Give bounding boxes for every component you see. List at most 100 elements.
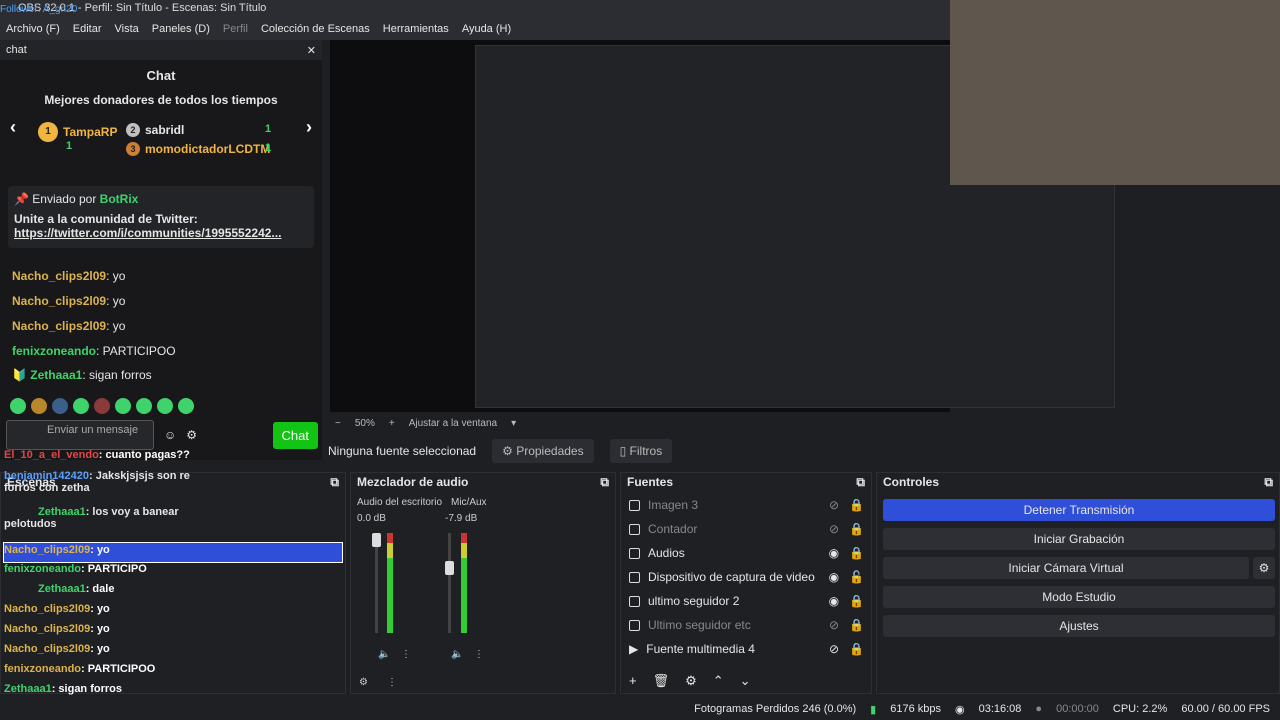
filters-button[interactable]: ▯ Filtros bbox=[609, 439, 673, 463]
overlay-chat-line: fenixzoneando: PARTICIPOO bbox=[4, 663, 156, 675]
gear-icon[interactable]: ⚙ bbox=[685, 673, 697, 689]
source-item[interactable]: Ultimo seguidor etc ⊘ 🔒 bbox=[629, 618, 864, 632]
unlock-icon[interactable]: 🔓 bbox=[849, 570, 864, 584]
eye-icon[interactable]: ◉ bbox=[829, 570, 839, 584]
lock-icon[interactable]: 🔒 bbox=[849, 618, 864, 632]
start-recording-button[interactable]: Iniciar Grabación bbox=[883, 528, 1275, 550]
studio-mode-button[interactable]: Modo Estudio bbox=[883, 586, 1275, 608]
menu-herramientas[interactable]: Herramientas bbox=[383, 23, 449, 35]
source-item[interactable]: Contador ⊘ 🔒 bbox=[629, 522, 864, 536]
channel-2-fader[interactable] bbox=[448, 533, 451, 633]
overlay-chat-line: El_10_a_el_vendo: cuanto pagas?? bbox=[4, 449, 190, 461]
eye-hidden-icon[interactable]: ⊘ bbox=[829, 642, 839, 656]
emote-icon[interactable] bbox=[136, 398, 152, 414]
chat-input[interactable]: Enviar un mensaje bbox=[6, 420, 154, 450]
stop-streaming-button[interactable]: Detener Transmisión bbox=[883, 499, 1275, 521]
menu-vista[interactable]: Vista bbox=[115, 23, 139, 35]
trash-icon[interactable]: 🗑 bbox=[653, 673, 670, 689]
chevron-down-icon[interactable]: ⌄ bbox=[740, 673, 751, 689]
speaker-icon[interactable]: 🔈 bbox=[378, 649, 390, 660]
undock-icon[interactable]: ⧉ bbox=[600, 475, 609, 490]
channel-1-fader[interactable] bbox=[375, 533, 378, 633]
emote-icon[interactable] bbox=[178, 398, 194, 414]
overlay-chat-line: Zethaaa1: los voy a banear pelotudos bbox=[4, 506, 179, 530]
more-icon[interactable]: ⋮ bbox=[474, 649, 484, 660]
undock-icon[interactable]: ⧉ bbox=[330, 475, 339, 490]
lock-icon[interactable]: 🔒 bbox=[849, 594, 864, 608]
virtual-camera-gear-icon[interactable]: ⚙ bbox=[1253, 557, 1275, 579]
eye-hidden-icon[interactable]: ⊘ bbox=[829, 498, 839, 512]
speaker-icon[interactable]: 🔈 bbox=[451, 649, 463, 660]
lock-icon[interactable]: 🔒 bbox=[849, 546, 864, 560]
chat-dock: chat ✕ Chat Mejores donadores de todos l… bbox=[0, 40, 322, 460]
menu-editar[interactable]: Editar bbox=[73, 23, 102, 35]
pinned-text: Unite a la comunidad de Twitter: bbox=[14, 212, 198, 226]
settings-icon[interactable]: ⚙ bbox=[186, 428, 197, 442]
emote-icon[interactable] bbox=[10, 398, 26, 414]
emote-icon[interactable] bbox=[94, 398, 110, 414]
fit-select[interactable]: Ajustar a la ventana bbox=[409, 418, 497, 429]
start-virtual-camera-button[interactable]: Iniciar Cámara Virtual bbox=[883, 557, 1249, 579]
sources-dock: Fuentes ⧉ Imagen 3 ⊘ 🔒 Contador ⊘ 🔒 Audios ◉ 🔒 … bbox=[620, 472, 872, 694]
source-item[interactable]: ▶ Fuente multimedia 4 ⊘ 🔒 bbox=[629, 642, 864, 656]
chat-send-button[interactable]: Chat bbox=[272, 421, 318, 449]
bronze-medal-icon: 3 bbox=[126, 142, 140, 156]
dock-close-icon[interactable]: ✕ bbox=[307, 44, 316, 57]
channel-1-fader-knob[interactable] bbox=[372, 533, 381, 547]
chevron-down-icon[interactable]: ▾ bbox=[511, 418, 516, 429]
bitrate: 6176 kbps bbox=[890, 703, 941, 715]
mixer-settings-icon[interactable]: ⚙ bbox=[359, 677, 368, 688]
source-item[interactable]: Dispositivo de captura de video ◉ 🔓 bbox=[629, 570, 864, 584]
channel-2-name: Mic/Aux bbox=[451, 497, 487, 508]
play-icon: ▶ bbox=[629, 642, 639, 656]
emoji-icon[interactable]: ☺ bbox=[164, 428, 176, 442]
undock-icon[interactable]: ⧉ bbox=[1264, 475, 1273, 490]
eye-hidden-icon[interactable]: ⊘ bbox=[829, 522, 839, 536]
emote-icon[interactable] bbox=[157, 398, 173, 414]
zoom-level: 50% bbox=[354, 417, 375, 429]
menu-coleccion[interactable]: Colección de Escenas bbox=[261, 23, 370, 35]
more-icon[interactable]: ⋮ bbox=[401, 649, 411, 660]
undock-icon[interactable]: ⧉ bbox=[856, 475, 865, 490]
overlay-chat-line: Zethaaa1: dale bbox=[38, 583, 115, 595]
source-toolbar: Ninguna fuente seleccionad ⚙ Propiedades… bbox=[328, 437, 1280, 465]
emote-icon[interactable] bbox=[73, 398, 89, 414]
channel-2-fader-knob[interactable] bbox=[445, 561, 454, 575]
menu-ayuda[interactable]: Ayuda (H) bbox=[462, 23, 511, 35]
pinned-message[interactable]: 📌 Enviado por BotRix Unite a la comunida… bbox=[8, 186, 314, 248]
menu-archivo[interactable]: Archivo (F) bbox=[6, 23, 60, 35]
chevron-right-icon[interactable]: › bbox=[306, 117, 312, 138]
eye-icon[interactable]: ◉ bbox=[829, 546, 839, 560]
menu-paneles[interactable]: Paneles (D) bbox=[152, 23, 210, 35]
lock-icon[interactable]: 🔒 bbox=[849, 498, 864, 512]
zoom-in-icon[interactable]: + bbox=[389, 418, 395, 429]
properties-button[interactable]: ⚙ Propiedades bbox=[492, 439, 594, 463]
camera-icon bbox=[629, 571, 640, 583]
zoom-out-icon[interactable]: − bbox=[335, 418, 341, 429]
stream-time: 03:16:08 bbox=[978, 703, 1022, 715]
globe-icon bbox=[629, 547, 640, 559]
emote-bar bbox=[10, 398, 194, 414]
donor-3-count: 1 bbox=[265, 142, 272, 154]
source-item[interactable]: Audios ◉ 🔒 bbox=[629, 546, 864, 560]
source-item[interactable]: Imagen 3 ⊘ 🔒 bbox=[629, 498, 864, 512]
settings-button[interactable]: Ajustes bbox=[883, 615, 1275, 637]
chevron-left-icon[interactable]: ‹ bbox=[10, 117, 16, 138]
pinned-link[interactable]: https://twitter.com/i/communities/199555… bbox=[14, 226, 308, 240]
lock-icon[interactable]: 🔒 bbox=[849, 642, 864, 656]
emote-icon[interactable] bbox=[115, 398, 131, 414]
filter-icon: ▯ bbox=[619, 444, 630, 458]
menu-perfil[interactable]: Perfil bbox=[223, 23, 248, 35]
add-icon[interactable]: + bbox=[629, 673, 637, 689]
eye-hidden-icon[interactable]: ⊘ bbox=[829, 618, 839, 632]
gear-icon: ⚙ bbox=[502, 444, 517, 458]
source-item[interactable]: ultimo seguidor 2 ◉ 🔒 bbox=[629, 594, 864, 608]
donor-2-count: 1 bbox=[265, 123, 272, 135]
lock-icon[interactable]: 🔒 bbox=[849, 522, 864, 536]
emote-icon[interactable] bbox=[31, 398, 47, 414]
eye-icon[interactable]: ◉ bbox=[829, 594, 839, 608]
emote-icon[interactable] bbox=[52, 398, 68, 414]
cpu-usage: CPU: 2.2% bbox=[1112, 703, 1168, 715]
mixer-menu-icon[interactable]: ⋮ bbox=[387, 677, 397, 688]
chevron-up-icon[interactable]: ⌃ bbox=[713, 673, 724, 689]
